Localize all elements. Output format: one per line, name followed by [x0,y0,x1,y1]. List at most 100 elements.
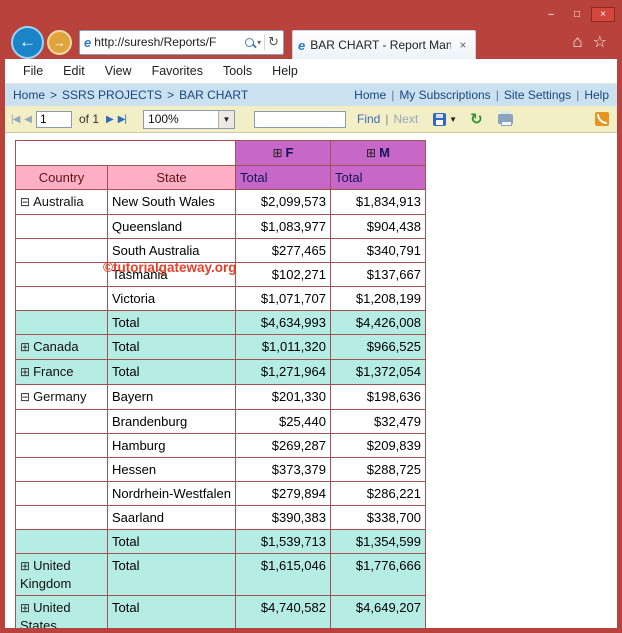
ie-logo-icon: e [84,34,92,50]
previous-page-button[interactable]: ◀ [24,114,32,125]
favorites-star-icon[interactable]: ☆ [593,32,607,52]
zoom-dropdown-icon[interactable]: ▼ [218,110,235,128]
breadcrumb-bar: Home > SSRS PROJECTS > BAR CHART Home | My Sub… [5,84,617,106]
breadcrumb-item-home[interactable]: Home [13,88,45,102]
country-cell [15,286,108,311]
f-value-cell: $2,099,573 [235,189,331,215]
page-number-input[interactable] [36,110,72,128]
data-row: Queensland $1,083,977 $904,438 [15,214,426,239]
tab-favicon-icon: e [298,37,306,53]
site-link-help[interactable]: Help [584,88,609,102]
country-column-header: Country [15,165,108,190]
breadcrumb-item-ssrs-projects[interactable]: SSRS PROJECTS [62,88,162,102]
m-value-cell: $1,834,913 [330,189,426,215]
country-cell [15,481,108,506]
f-value-cell: $102,271 [235,262,331,287]
state-cell: Total [107,310,236,335]
m-value-cell: $966,525 [330,334,426,360]
f-value-cell: $1,539,713 [235,529,331,554]
country-cell [15,214,108,239]
print-icon[interactable] [497,111,513,126]
home-icon[interactable]: ⌂ [572,32,582,52]
menu-item-edit[interactable]: Edit [53,64,95,78]
address-bar[interactable]: e http://suresh/Reports/F ▾ ↻ [79,29,284,55]
state-cell: South Australia [107,238,236,263]
data-row: Hessen $373,379 $288,725 [15,457,426,482]
expand-toggle-icon[interactable]: ⊞ [20,340,30,354]
address-dropdown-icon[interactable]: ▾ [257,38,261,47]
gender-m-header: ⊞ M [330,140,426,166]
url-text[interactable]: http://suresh/Reports/F [94,35,242,49]
address-divider [264,34,266,50]
find-text-input[interactable] [254,110,347,128]
f-value-cell: $201,330 [235,384,331,410]
first-page-button[interactable]: |◀ [11,114,20,125]
last-page-button[interactable]: ▶| [118,114,127,125]
f-value-cell: $1,615,046 [235,553,331,596]
export-button[interactable]: ▼ [433,112,457,126]
site-link-my-subscriptions[interactable]: My Subscriptions [399,88,490,102]
menu-item-tools[interactable]: Tools [213,64,262,78]
m-value-cell: $1,208,199 [330,286,426,311]
site-link-separator: | [391,88,395,102]
expand-toggle-icon[interactable]: ⊞ [20,559,30,573]
m-label: M [379,145,390,160]
f-value-cell: $4,634,993 [235,310,331,335]
tab-close-icon[interactable]: × [456,38,470,52]
menu-item-file[interactable]: File [13,64,53,78]
expand-toggle-icon[interactable]: ⊞ [20,601,30,615]
refresh-page-icon[interactable]: ↻ [268,34,279,50]
country-cell [15,433,108,458]
site-link-site-settings[interactable]: Site Settings [504,88,571,102]
site-link-home[interactable]: Home [354,88,386,102]
zoom-select[interactable]: 100% ▼ [143,109,236,129]
find-link[interactable]: Find [357,112,380,126]
data-feed-icon[interactable] [595,112,609,126]
f-value-cell: $1,271,964 [235,359,331,385]
m-value-cell: $904,438 [330,214,426,239]
find-next-link[interactable]: Next [393,112,418,126]
back-button[interactable]: ← [11,25,44,59]
country-cell [15,457,108,482]
menu-item-help[interactable]: Help [262,64,308,78]
gender-f-header: ⊞ F [235,140,331,166]
state-cell: Total [107,334,236,360]
f-value-cell: $4,740,582 [235,595,331,628]
total-row: ⊞ Canada Total $1,011,320 $966,525 [15,334,426,360]
f-value-cell: $1,011,320 [235,334,331,360]
close-icon[interactable]: × [591,7,615,22]
country-cell [15,238,108,263]
expand-toggle-icon[interactable]: ⊞ [20,365,30,379]
f-value-cell: $373,379 [235,457,331,482]
m-value-cell: $32,479 [330,409,426,434]
expand-f-icon[interactable]: ⊞ [272,146,282,160]
state-cell: Queensland [107,214,236,239]
menu-item-favorites[interactable]: Favorites [142,64,213,78]
breadcrumb-item-bar-chart[interactable]: BAR CHART [179,88,248,102]
refresh-report-icon[interactable]: ↻ [470,112,483,127]
tab-title: BAR CHART - Report Mana... [310,38,451,52]
f-value-cell: $1,083,977 [235,214,331,239]
menu-item-view[interactable]: View [95,64,142,78]
collapse-toggle-icon[interactable]: ⊟ [20,390,30,404]
maximize-icon[interactable]: □ [565,7,589,22]
menu-bar: File Edit View Favorites Tools Help [5,59,617,84]
search-icon[interactable] [245,37,255,47]
total-row: Total $4,634,993 $4,426,008 [15,310,426,335]
country-cell: ⊞ France [15,359,108,385]
collapse-toggle-icon[interactable]: ⊟ [20,195,30,209]
state-cell: Nordrhein-Westfalen [107,481,236,506]
expand-m-icon[interactable]: ⊞ [366,146,376,160]
state-cell: Hessen [107,457,236,482]
export-save-icon [433,112,447,126]
state-cell: Saarland [107,505,236,530]
breadcrumb: Home > SSRS PROJECTS > BAR CHART [13,88,248,102]
forward-button[interactable]: → [47,29,72,55]
next-page-button[interactable]: ▶ [106,114,114,125]
country-cell [15,505,108,530]
report-area: ⊞ F ⊞ M Country State Total Total ⊟ Austral… [5,133,617,628]
minimize-icon[interactable]: – [539,7,563,22]
state-cell: Tasmania [107,262,236,287]
browser-tab[interactable]: e BAR CHART - Report Mana... × [292,30,476,59]
total-row: Total $1,539,713 $1,354,599 [15,529,426,554]
